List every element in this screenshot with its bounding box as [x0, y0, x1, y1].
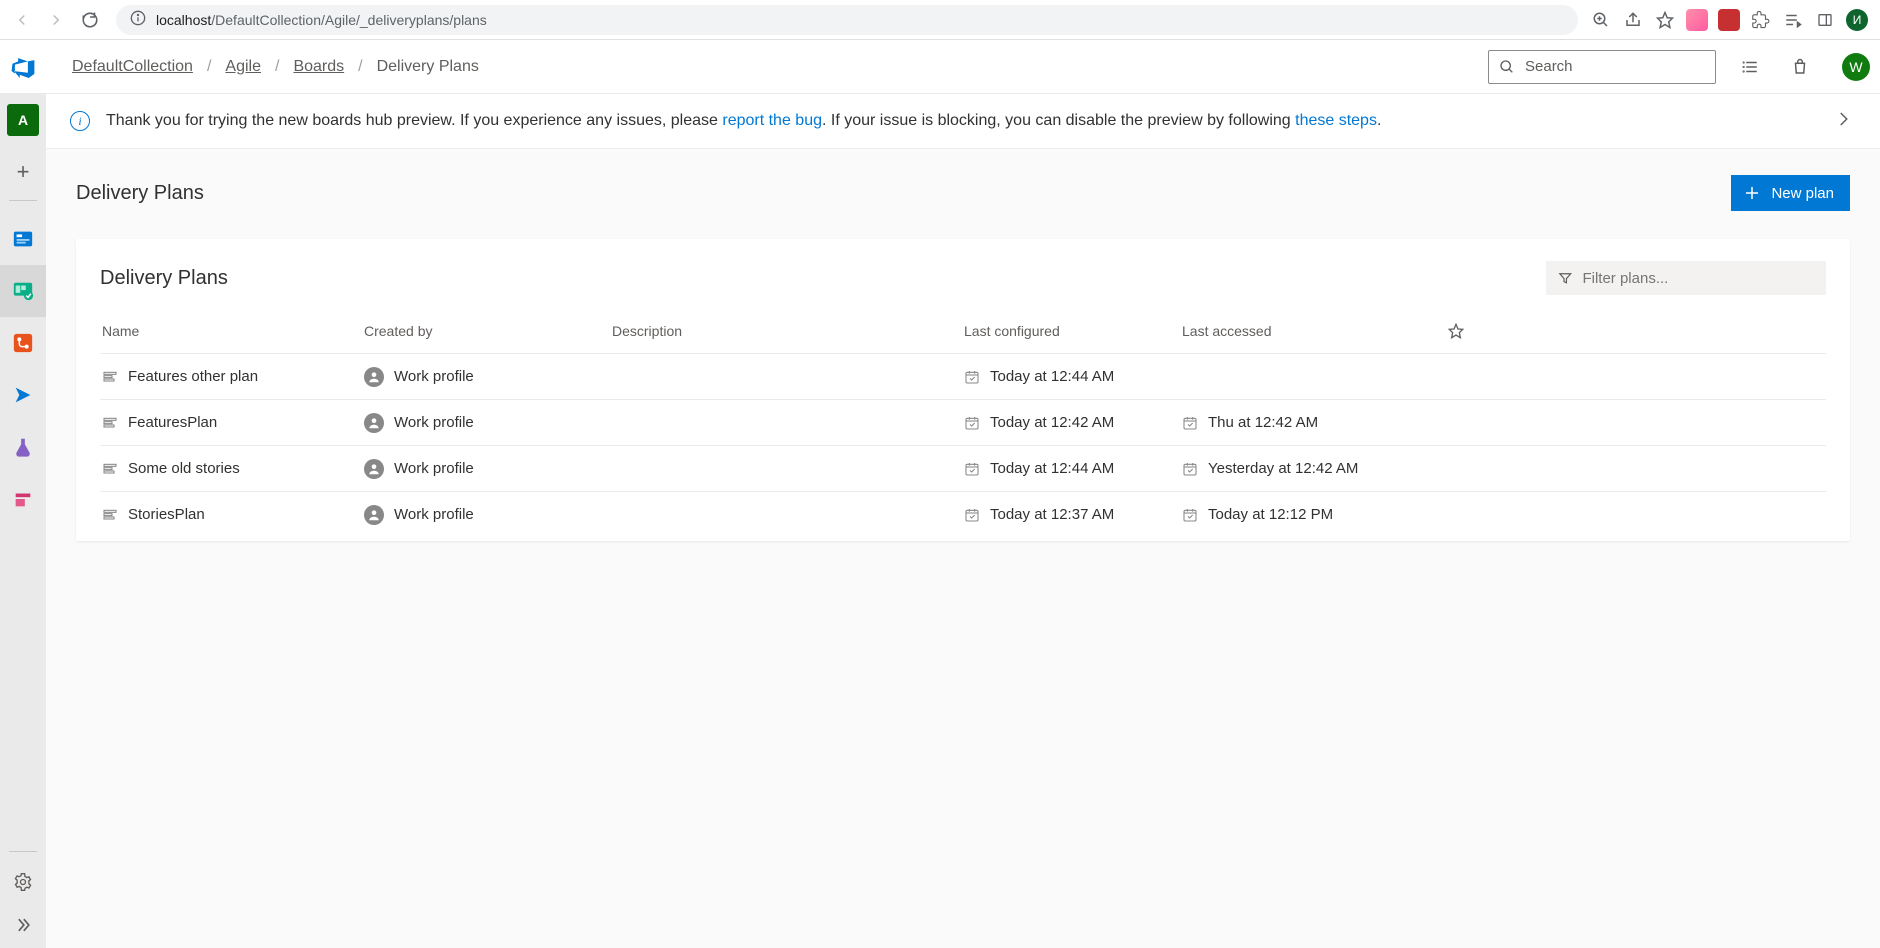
project-tile[interactable]: A [7, 104, 39, 136]
sidebar-item-repos[interactable] [0, 317, 46, 369]
cell-name: Features other plan [100, 368, 364, 385]
app-header: DefaultCollection / Agile / Boards / Del… [0, 40, 1880, 94]
list-view-icon[interactable] [1734, 51, 1766, 83]
table-row[interactable]: StoriesPlanWork profile Today at 12:37 AM… [100, 491, 1826, 537]
breadcrumb-separator: / [358, 58, 362, 76]
left-sidebar: A + [0, 94, 46, 948]
browser-actions: И [1590, 9, 1872, 31]
sidebar-item-pipelines[interactable] [0, 369, 46, 421]
azure-devops-logo-icon[interactable] [8, 52, 38, 82]
breadcrumb-current: Delivery Plans [377, 58, 479, 76]
bookmark-star-icon[interactable] [1654, 9, 1676, 31]
sidebar-item-overview[interactable] [0, 213, 46, 265]
table-header: Name Created by Description Last configu… [100, 313, 1826, 353]
table-row[interactable]: Some old storiesWork profile Today at 12:… [100, 445, 1826, 491]
info-icon: i [70, 111, 90, 131]
extension-icon-1[interactable] [1686, 9, 1708, 31]
col-header-favorite[interactable] [1426, 323, 1486, 342]
main-content: i Thank you for trying the new boards hu… [46, 94, 1880, 948]
preview-info-banner: i Thank you for trying the new boards hu… [46, 94, 1880, 149]
breadcrumb-separator: / [275, 58, 279, 76]
col-header-last-accessed[interactable]: Last accessed [1182, 323, 1426, 342]
playlist-icon[interactable] [1782, 9, 1804, 31]
col-header-name[interactable]: Name [100, 323, 364, 342]
star-icon [1448, 323, 1464, 339]
sidebar-divider [9, 200, 37, 201]
col-header-created[interactable]: Created by [364, 323, 612, 342]
shopping-bag-icon[interactable] [1784, 51, 1816, 83]
zoom-icon[interactable] [1590, 9, 1612, 31]
cell-created-by: Work profile [364, 413, 612, 433]
browser-forward-button[interactable] [42, 6, 70, 34]
add-button[interactable]: + [7, 156, 39, 188]
plans-card: Delivery Plans Name Created by Descripti… [76, 239, 1850, 541]
cell-name: FeaturesPlan [100, 414, 364, 431]
breadcrumb-project[interactable]: Agile [225, 58, 261, 76]
filter-plans-field[interactable] [1582, 270, 1814, 287]
browser-chrome: localhost/DefaultCollection/Agile/_deliv… [0, 0, 1880, 40]
user-avatar[interactable]: W [1842, 53, 1870, 81]
expand-sidebar-icon[interactable] [13, 915, 33, 938]
browser-reload-icon[interactable] [76, 6, 104, 34]
cell-last-accessed: Yesterday at 12:42 AM [1182, 460, 1426, 477]
cell-last-configured: Today at 12:37 AM [964, 506, 1182, 523]
browser-profile-avatar[interactable]: И [1846, 9, 1868, 31]
banner-text: Thank you for trying the new boards hub … [106, 112, 1814, 130]
table-row[interactable]: Features other planWork profile Today at … [100, 353, 1826, 399]
cell-last-configured: Today at 12:44 AM [964, 368, 1182, 385]
cell-name: Some old stories [100, 460, 364, 477]
site-info-icon[interactable] [130, 10, 146, 29]
breadcrumb-separator: / [207, 58, 211, 76]
report-bug-link[interactable]: report the bug [722, 112, 822, 129]
cell-name: StoriesPlan [100, 506, 364, 523]
browser-url-bar[interactable]: localhost/DefaultCollection/Agile/_deliv… [116, 5, 1578, 35]
col-header-last-configured[interactable]: Last configured [964, 323, 1182, 342]
breadcrumb-boards[interactable]: Boards [293, 58, 344, 76]
filter-plans-input[interactable] [1546, 261, 1826, 295]
page-title: Delivery Plans [76, 182, 204, 205]
browser-back-button[interactable] [8, 6, 36, 34]
settings-gear-icon[interactable] [13, 872, 33, 895]
sidebar-item-boards[interactable] [0, 265, 46, 317]
search-input[interactable]: Search [1488, 50, 1716, 84]
breadcrumb: DefaultCollection / Agile / Boards / Del… [72, 58, 479, 76]
banner-next-icon[interactable] [1830, 108, 1856, 134]
table-row[interactable]: FeaturesPlanWork profile Today at 12:42 A… [100, 399, 1826, 445]
sidebar-item-testplans[interactable] [0, 421, 46, 473]
breadcrumb-collection[interactable]: DefaultCollection [72, 58, 193, 76]
card-title: Delivery Plans [100, 267, 228, 290]
search-placeholder: Search [1525, 58, 1573, 75]
panel-icon[interactable] [1814, 9, 1836, 31]
share-icon[interactable] [1622, 9, 1644, 31]
cell-created-by: Work profile [364, 505, 612, 525]
extension-icon-2[interactable] [1718, 9, 1740, 31]
url-text: localhost/DefaultCollection/Agile/_deliv… [156, 12, 487, 28]
these-steps-link[interactable]: these steps [1295, 112, 1377, 129]
sidebar-divider [9, 851, 37, 852]
cell-last-configured: Today at 12:42 AM [964, 414, 1182, 431]
cell-last-accessed: Today at 12:12 PM [1182, 506, 1426, 523]
cell-created-by: Work profile [364, 459, 612, 479]
cell-last-configured: Today at 12:44 AM [964, 460, 1182, 477]
filter-icon [1558, 270, 1572, 286]
extensions-puzzle-icon[interactable] [1750, 9, 1772, 31]
new-plan-button[interactable]: New plan [1731, 175, 1850, 211]
cell-created-by: Work profile [364, 367, 612, 387]
plans-table: Name Created by Description Last configu… [100, 313, 1826, 537]
cell-last-accessed: Thu at 12:42 AM [1182, 414, 1426, 431]
plus-icon [1743, 184, 1761, 202]
new-plan-label: New plan [1771, 185, 1834, 202]
col-header-description[interactable]: Description [612, 323, 964, 342]
sidebar-item-artifacts[interactable] [0, 473, 46, 525]
search-icon [1499, 59, 1515, 75]
